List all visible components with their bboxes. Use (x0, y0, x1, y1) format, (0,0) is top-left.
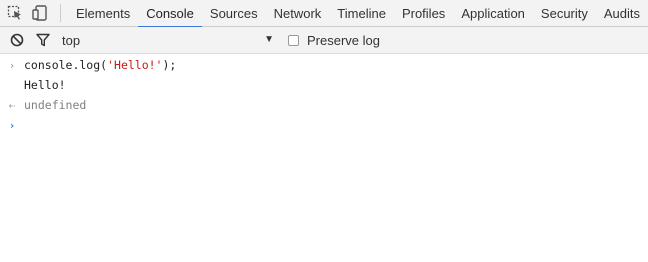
console-input-text: console.log('Hello!'); (24, 58, 177, 72)
tab-elements[interactable]: Elements (68, 0, 138, 27)
preserve-log-checkbox[interactable] (288, 34, 299, 46)
console-output-line: Hello! (0, 75, 648, 95)
input-chevron-icon: › (8, 58, 16, 72)
clear-console-icon[interactable] (4, 27, 30, 53)
execution-context-select[interactable]: top ▼ (62, 29, 274, 51)
filter-icon[interactable] (30, 27, 56, 53)
context-value: top (62, 32, 81, 48)
console-result-text: undefined (24, 98, 87, 112)
console-output-text: Hello! (24, 78, 66, 92)
tab-audits[interactable]: Audits (596, 0, 648, 27)
device-toolbar-icon[interactable] (28, 0, 54, 26)
preserve-log-option[interactable]: Preserve log (288, 33, 380, 48)
console-messages: › console.log('Hello!'); Hello! ⇠ undefi… (0, 55, 648, 262)
devtools-tab-bar: Elements Console Sources Network Timelin… (0, 0, 648, 28)
tab-timeline[interactable]: Timeline (329, 0, 394, 27)
toolbar-divider (60, 4, 61, 22)
tab-application[interactable]: Application (453, 0, 533, 27)
tab-security[interactable]: Security (533, 0, 596, 27)
tab-profiles[interactable]: Profiles (394, 0, 453, 27)
tab-network[interactable]: Network (266, 0, 330, 27)
console-result-line: ⇠ undefined (0, 95, 648, 115)
dropdown-arrow-icon: ▼ (264, 34, 274, 45)
console-input-line: › console.log('Hello!'); (0, 55, 648, 75)
result-arrow-icon: ⇠ (8, 98, 16, 112)
console-toolbar: top ▼ Preserve log (0, 27, 648, 54)
tab-sources[interactable]: Sources (202, 0, 266, 27)
preserve-log-label: Preserve log (307, 32, 380, 48)
prompt-chevron-icon: › (8, 118, 16, 132)
inspect-element-icon[interactable] (2, 0, 28, 26)
tab-console[interactable]: Console (138, 0, 202, 28)
console-prompt-line[interactable]: › (0, 115, 648, 135)
